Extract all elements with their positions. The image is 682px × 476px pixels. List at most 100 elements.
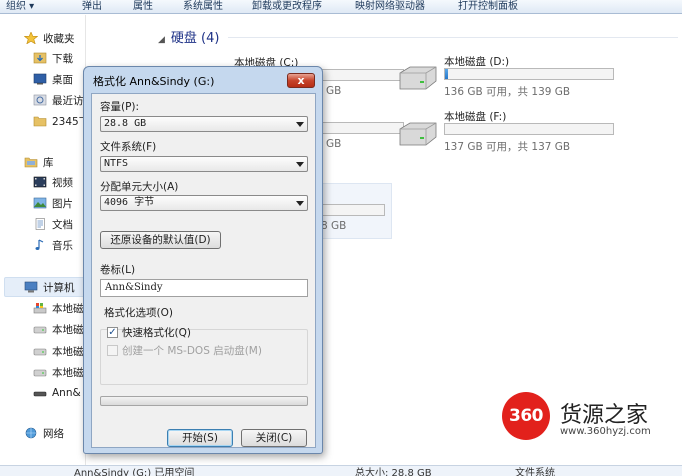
msdos-startup-checkbox[interactable]: 创建一个 MS-DOS 启动盘(M): [107, 343, 262, 358]
documents-icon: [35, 218, 45, 230]
navigation-pane: 收藏夹 下载 桌面 最近访 2345下 库 视频 图片 文档 音乐 计算机 本地…: [0, 15, 89, 465]
nav-removable-drive[interactable]: Ann&: [33, 384, 81, 402]
watermark-title: 货源之家: [560, 403, 649, 428]
network-icon: [25, 427, 37, 439]
library-icon: [24, 157, 38, 168]
nav-disk-2-label: 本地磁: [52, 323, 84, 336]
downloads-folder-icon: [33, 52, 47, 64]
removable-drive-stats: 8 GB: [321, 220, 347, 232]
organize-menu[interactable]: 组织 ▾: [6, 0, 34, 12]
nav-disk-1-label: 本地磁: [52, 302, 84, 315]
drive-e-stats: GB: [326, 138, 342, 150]
drive-d-stats: 136 GB 可用，共 139 GB: [444, 86, 571, 98]
watermark-badge: 360: [502, 392, 550, 440]
collapse-triangle-icon: ◢: [158, 35, 165, 45]
drive-d[interactable]: 本地磁盘 (D:) 136 GB 可用，共 139 GB: [444, 54, 644, 104]
allocation-size-label: 分配单元大小(A): [100, 181, 179, 193]
eject-button[interactable]: 弹出: [82, 0, 102, 12]
map-network-drive-button[interactable]: 映射网络驱动器: [355, 0, 425, 12]
nav-removable-drive-label: Ann&: [52, 387, 81, 399]
drive-d-name: 本地磁盘 (D:): [444, 56, 510, 68]
nav-disk-2[interactable]: 本地磁: [33, 320, 84, 338]
dialog-close-button[interactable]: x: [287, 73, 315, 88]
drive-f-stats: 137 GB 可用，共 137 GB: [444, 141, 571, 153]
format-options-label: 格式化选项(O): [104, 307, 173, 319]
hard-drive-icon: [399, 122, 437, 146]
recent-places-icon: [33, 94, 47, 106]
nav-disk-3-label: 本地磁: [52, 345, 84, 358]
folder-icon: [33, 116, 47, 127]
status-total-size: 总大小: 28.8 GB: [355, 468, 432, 476]
nav-desktop[interactable]: 桌面: [33, 70, 73, 88]
filesystem-label: 文件系统(F): [100, 141, 157, 153]
capacity-select[interactable]: 28.8 GB: [100, 116, 308, 132]
nav-documents-label: 文档: [52, 218, 73, 231]
volume-label-input[interactable]: Ann&Sindy: [100, 279, 308, 297]
nav-videos-label: 视频: [52, 176, 73, 189]
section-divider: [228, 37, 678, 38]
removable-drive-tile[interactable]: 8 GB: [314, 183, 392, 239]
nav-network[interactable]: 网络: [24, 424, 64, 442]
uninstall-program-button[interactable]: 卸载或更改程序: [252, 0, 322, 12]
nav-downloads-label: 下载: [52, 52, 73, 65]
nav-library[interactable]: 库: [24, 153, 54, 171]
hard-disks-header[interactable]: ◢ 硬盘 (4): [158, 27, 219, 46]
removable-drive-icon: [33, 391, 47, 397]
status-filesystem: 文件系统: [515, 468, 555, 476]
allocation-size-select[interactable]: 4096 字节: [100, 195, 308, 211]
dialog-title: 格式化 Ann&Sindy (G:): [93, 75, 215, 88]
volume-label-label: 卷标(L): [100, 264, 136, 276]
open-control-panel-button[interactable]: 打开控制面板: [458, 0, 518, 12]
system-drive-icon: [33, 303, 47, 314]
nav-desktop-label: 桌面: [52, 73, 73, 86]
star-icon: [24, 32, 38, 44]
format-options-group: ✓ 快速格式化(Q) 创建一个 MS-DOS 启动盘(M): [100, 327, 308, 385]
nav-computer[interactable]: 计算机: [24, 278, 75, 296]
nav-disk-4[interactable]: 本地磁: [33, 363, 84, 381]
nav-music[interactable]: 音乐: [33, 236, 73, 254]
quick-format-label: 快速格式化(Q): [122, 327, 191, 339]
drive-f-name: 本地磁盘 (F:): [444, 111, 507, 123]
hard-drive-icon: [399, 66, 437, 90]
nav-documents[interactable]: 文档: [33, 215, 73, 233]
desktop-icon: [33, 73, 47, 85]
nav-disk-1[interactable]: 本地磁: [33, 299, 84, 317]
nav-pictures-label: 图片: [52, 197, 73, 210]
start-button[interactable]: 开始(S): [167, 429, 233, 447]
watermark-logo: 360 货源之家 www.360hyzj.com: [498, 392, 682, 440]
dropdown-arrow-icon: [296, 122, 304, 127]
close-icon: x: [297, 74, 305, 87]
status-bar: Ann&Sindy (G:) 已用空间 总大小: 28.8 GB 文件系统: [0, 465, 682, 476]
computer-icon: [24, 281, 38, 293]
nav-pictures[interactable]: 图片: [33, 194, 73, 212]
watermark-url: www.360hyzj.com: [560, 426, 651, 437]
nav-recent[interactable]: 最近访: [33, 91, 84, 109]
format-progress-bar: [100, 396, 308, 406]
capacity-value: 28.8 GB: [104, 118, 147, 129]
checkmark-icon: ✓: [107, 327, 118, 338]
dropdown-arrow-icon: [296, 162, 304, 167]
close-button[interactable]: 关闭(C): [241, 429, 307, 447]
status-drive-info: Ann&Sindy (G:) 已用空间: [74, 468, 195, 476]
filesystem-select[interactable]: NTFS: [100, 156, 308, 172]
restore-defaults-button[interactable]: 还原设备的默认值(D): [100, 231, 221, 249]
properties-button[interactable]: 属性: [133, 0, 153, 12]
hard-disks-title: 硬盘 (4): [170, 31, 220, 46]
nav-favorites[interactable]: 收藏夹: [24, 29, 75, 47]
quick-format-checkbox[interactable]: ✓ 快速格式化(Q): [107, 325, 191, 340]
command-bar: 组织 ▾ 弹出 属性 系统属性 卸载或更改程序 映射网络驱动器 打开控制面板: [0, 0, 682, 14]
hard-drive-icon: [33, 348, 47, 356]
nav-2345[interactable]: 2345下: [33, 112, 89, 130]
dropdown-arrow-icon: [296, 201, 304, 206]
nav-recent-label: 最近访: [52, 94, 84, 107]
system-properties-button[interactable]: 系统属性: [183, 0, 223, 12]
music-icon: [35, 239, 44, 250]
nav-music-label: 音乐: [52, 239, 73, 252]
nav-downloads[interactable]: 下载: [33, 49, 73, 67]
nav-disk-3[interactable]: 本地磁: [33, 342, 84, 360]
filesystem-value: NTFS: [104, 158, 129, 169]
drive-d-usage-fill: [445, 69, 449, 79]
nav-videos[interactable]: 视频: [33, 173, 73, 191]
nav-network-label: 网络: [43, 427, 64, 440]
drive-f[interactable]: 本地磁盘 (F:) 137 GB 可用，共 137 GB: [444, 109, 644, 159]
